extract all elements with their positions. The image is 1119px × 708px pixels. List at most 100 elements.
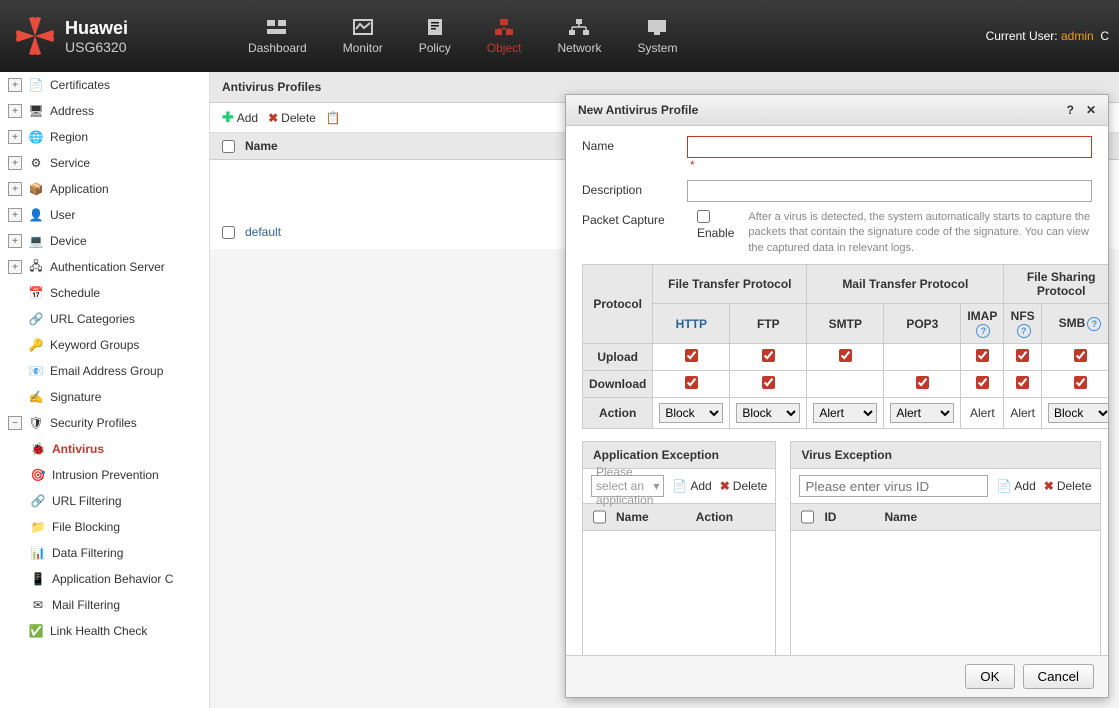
http-action-select[interactable]: Block	[659, 403, 723, 423]
hint-text: After a virus is detected, the system au…	[748, 210, 1092, 256]
select-all-checkbox[interactable]	[222, 140, 235, 153]
expand-icon[interactable]: +	[8, 208, 22, 222]
action-row: Action	[583, 398, 653, 429]
smb-download-checkbox[interactable]	[1074, 376, 1087, 389]
app-delete-button[interactable]: ✖Delete	[720, 479, 768, 493]
help-icon[interactable]: ?	[976, 324, 990, 338]
add-button[interactable]: ✚Add	[222, 109, 258, 126]
packet-capture-label: Packet Capture	[582, 210, 697, 227]
virus-id-col: ID	[824, 510, 874, 524]
copy-icon[interactable]: 📋	[326, 111, 341, 125]
expand-icon[interactable]: +	[8, 104, 22, 118]
sidebar-certificates[interactable]: +📄Certificates	[0, 72, 209, 98]
huawei-logo-icon	[15, 16, 55, 56]
http-link[interactable]: HTTP	[676, 317, 707, 331]
http-upload-checkbox[interactable]	[685, 349, 698, 362]
policy-icon	[423, 17, 447, 37]
virus-select-all[interactable]	[801, 510, 814, 524]
nfs-upload-checkbox[interactable]	[1016, 349, 1029, 362]
expand-icon[interactable]: +	[8, 156, 22, 170]
name-label: Name	[582, 136, 687, 153]
smb-upload-checkbox[interactable]	[1074, 349, 1087, 362]
nav-monitor[interactable]: Monitor	[325, 9, 401, 63]
delete-icon: ✖	[720, 479, 730, 493]
row-checkbox[interactable]	[222, 226, 235, 239]
expand-icon[interactable]: +	[8, 78, 22, 92]
sidebar-data-filtering[interactable]: 📊Data Filtering	[22, 540, 209, 566]
sidebar-file-blocking[interactable]: 📁File Blocking	[22, 514, 209, 540]
nav-object[interactable]: Object	[469, 9, 540, 63]
enable-checkbox[interactable]	[697, 210, 710, 223]
description-input[interactable]	[687, 180, 1092, 202]
app-add-button[interactable]: 📄Add	[672, 479, 711, 493]
delete-button[interactable]: ✖Delete	[268, 111, 316, 125]
mail-transfer-header: Mail Transfer Protocol	[807, 265, 1004, 304]
new-profile-modal: New Antivirus Profile ? ✕ Name * Descrip…	[565, 94, 1109, 698]
virus-id-input[interactable]	[799, 475, 988, 497]
sidebar-application[interactable]: +📦Application	[0, 176, 209, 202]
sidebar-email-group[interactable]: 📧Email Address Group	[0, 358, 209, 384]
app-select[interactable]: Please select an application▾	[591, 475, 664, 497]
sidebar-antivirus[interactable]: 🐞Antivirus	[22, 436, 209, 462]
ftp-download-checkbox[interactable]	[762, 376, 775, 389]
http-download-checkbox[interactable]	[685, 376, 698, 389]
sidebar-app-behavior[interactable]: 📱Application Behavior C	[22, 566, 209, 592]
delete-icon: ✖	[268, 111, 278, 125]
nfs-action: Alert	[1004, 398, 1042, 429]
app-header: Huawei USG6320 Dashboard Monitor Policy …	[0, 0, 1119, 72]
help-icon[interactable]: ?	[1017, 324, 1031, 338]
nav-dashboard[interactable]: Dashboard	[230, 9, 325, 63]
ok-button[interactable]: OK	[965, 664, 1014, 689]
sidebar-address[interactable]: +🖥Address	[0, 98, 209, 124]
app-action-col: Action	[696, 510, 766, 524]
sidebar-url-categories[interactable]: 🔗URL Categories	[0, 306, 209, 332]
nav-system[interactable]: System	[619, 9, 695, 63]
sidebar-intrusion[interactable]: 🎯Intrusion Prevention	[22, 462, 209, 488]
close-icon[interactable]: ✕	[1086, 103, 1096, 117]
collapse-icon[interactable]: −	[8, 416, 22, 430]
download-row: Download	[583, 371, 653, 398]
sidebar-auth-server[interactable]: +🖧Authentication Server	[0, 254, 209, 280]
expand-icon[interactable]: +	[8, 234, 22, 248]
sidebar-link-health[interactable]: ✅Link Health Check	[0, 618, 209, 644]
expand-icon[interactable]: +	[8, 130, 22, 144]
sidebar-keyword-groups[interactable]: 🔑Keyword Groups	[0, 332, 209, 358]
modal-title: New Antivirus Profile	[578, 103, 698, 117]
sidebar-mail-filtering[interactable]: ✉Mail Filtering	[22, 592, 209, 618]
smb-action-select[interactable]: Block	[1048, 403, 1108, 423]
smtp-action-select[interactable]: Alert	[813, 403, 877, 423]
help-icon[interactable]: ?	[1067, 103, 1074, 117]
system-icon	[645, 17, 669, 37]
dashboard-icon	[265, 17, 289, 37]
virus-delete-button[interactable]: ✖Delete	[1044, 479, 1092, 493]
imap-upload-checkbox[interactable]	[976, 349, 989, 362]
cancel-button[interactable]: Cancel	[1023, 664, 1095, 689]
expand-icon[interactable]: +	[8, 260, 22, 274]
smtp-upload-checkbox[interactable]	[839, 349, 852, 362]
sidebar-security-profiles[interactable]: −🛡Security Profiles	[0, 410, 209, 436]
sidebar-schedule[interactable]: 📅Schedule	[0, 280, 209, 306]
ftp-upload-checkbox[interactable]	[762, 349, 775, 362]
ftp-action-select[interactable]: Block	[736, 403, 800, 423]
sidebar-region[interactable]: +🌐Region	[0, 124, 209, 150]
nav-policy[interactable]: Policy	[401, 9, 469, 63]
virus-add-button[interactable]: 📄Add	[996, 479, 1035, 493]
nav-network[interactable]: Network	[539, 9, 619, 63]
nfs-download-checkbox[interactable]	[1016, 376, 1029, 389]
profile-link[interactable]: default	[245, 225, 281, 239]
user-info: Current User: admin C	[986, 29, 1119, 43]
sidebar-device[interactable]: +💻Device	[0, 228, 209, 254]
imap-download-checkbox[interactable]	[976, 376, 989, 389]
sidebar-user[interactable]: +👤User	[0, 202, 209, 228]
help-icon[interactable]: ?	[1087, 317, 1101, 331]
app-select-all[interactable]	[593, 510, 606, 524]
pop3-action-select[interactable]: Alert	[890, 403, 954, 423]
pop3-download-checkbox[interactable]	[916, 376, 929, 389]
sidebar-url-filtering[interactable]: 🔗URL Filtering	[22, 488, 209, 514]
sidebar-signature[interactable]: ✍Signature	[0, 384, 209, 410]
name-input[interactable]	[687, 136, 1092, 158]
sidebar-service[interactable]: +⚙Service	[0, 150, 209, 176]
network-icon	[567, 17, 591, 37]
expand-icon[interactable]: +	[8, 182, 22, 196]
virus-exception-title: Virus Exception	[791, 442, 1099, 469]
